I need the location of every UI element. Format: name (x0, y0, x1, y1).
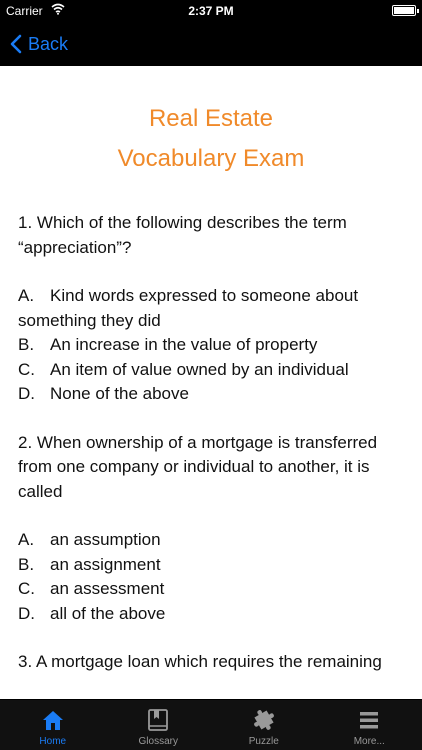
battery-icon (392, 5, 419, 16)
question-2-options: A. an assumption B. an assignment C. an ass… (0, 528, 422, 626)
tab-bar: Home Glossary Puzzle More... (0, 699, 422, 750)
option-item: B. An increase in the value of property (0, 333, 422, 358)
title-line-2: Vocabulary Exam (117, 145, 305, 172)
puzzle-icon (251, 707, 277, 733)
tab-puzzle[interactable]: Puzzle (211, 700, 317, 750)
tab-home[interactable]: Home (0, 700, 106, 750)
option-text: An item of value owned by an individual (50, 359, 349, 379)
question-2-text: 2. When ownership of a mortgage is trans… (18, 432, 382, 501)
question-1-options: A. Kind words expressed to someone about … (0, 284, 422, 407)
tab-more[interactable]: More... (317, 700, 422, 750)
option-text: all of the above (50, 603, 166, 623)
exam-content[interactable]: Real Estate Vocabulary Exam 1. Which of … (0, 66, 422, 700)
back-button-label: Back (28, 33, 69, 54)
tab-more-label: More... (353, 736, 385, 747)
tab-home-label: Home (39, 736, 67, 747)
option-text: Kind words expressed to someone about so… (18, 286, 359, 330)
option-text: An increase in the value of property (50, 335, 318, 354)
option-text: an assumption (50, 530, 161, 549)
question-3-text: 3. A mortgage loan which requires the re… (18, 652, 382, 671)
page-title: Real Estate Vocabulary Exam (0, 99, 422, 179)
option-text: an assignment (50, 554, 161, 574)
option-letter: D. (18, 603, 35, 623)
option-letter: B. (18, 554, 35, 574)
option-letter: C. (18, 359, 35, 379)
tab-puzzle-label: Puzzle (248, 736, 279, 747)
tab-glossary-label: Glossary (138, 736, 178, 747)
top-bar: Carrier 2:37 PM Back (0, 0, 422, 66)
option-letter: D. (18, 384, 35, 403)
option-item: A. Kind words expressed to someone about … (0, 284, 422, 333)
option-text: an assessment (50, 579, 165, 598)
book-icon (147, 707, 169, 733)
title-line-1: Real Estate (148, 105, 274, 132)
option-item: D. all of the above (0, 602, 422, 627)
option-letter: A. (18, 286, 35, 305)
navigation-bar: Back (0, 22, 422, 66)
option-item: B. an assignment (0, 553, 422, 578)
option-letter: B. (18, 335, 35, 354)
status-bar: Carrier 2:37 PM (0, 0, 422, 22)
option-item: C. An item of value owned by an individua… (0, 358, 422, 383)
option-item: D. None of the above (0, 382, 422, 407)
option-item: C. an assessment (0, 577, 422, 602)
question-1-text: 1. Which of the following describes the … (18, 213, 352, 257)
tab-glossary[interactable]: Glossary (106, 700, 212, 750)
menu-icon (358, 707, 380, 733)
chevron-left-icon (10, 34, 22, 54)
home-icon (41, 707, 65, 733)
option-text: None of the above (50, 384, 189, 403)
clock-label: 2:37 PM (188, 4, 234, 18)
option-letter: A. (18, 530, 35, 549)
option-item: A. an assumption (0, 528, 422, 553)
option-letter: C. (18, 579, 35, 598)
back-button[interactable]: Back (10, 30, 68, 58)
